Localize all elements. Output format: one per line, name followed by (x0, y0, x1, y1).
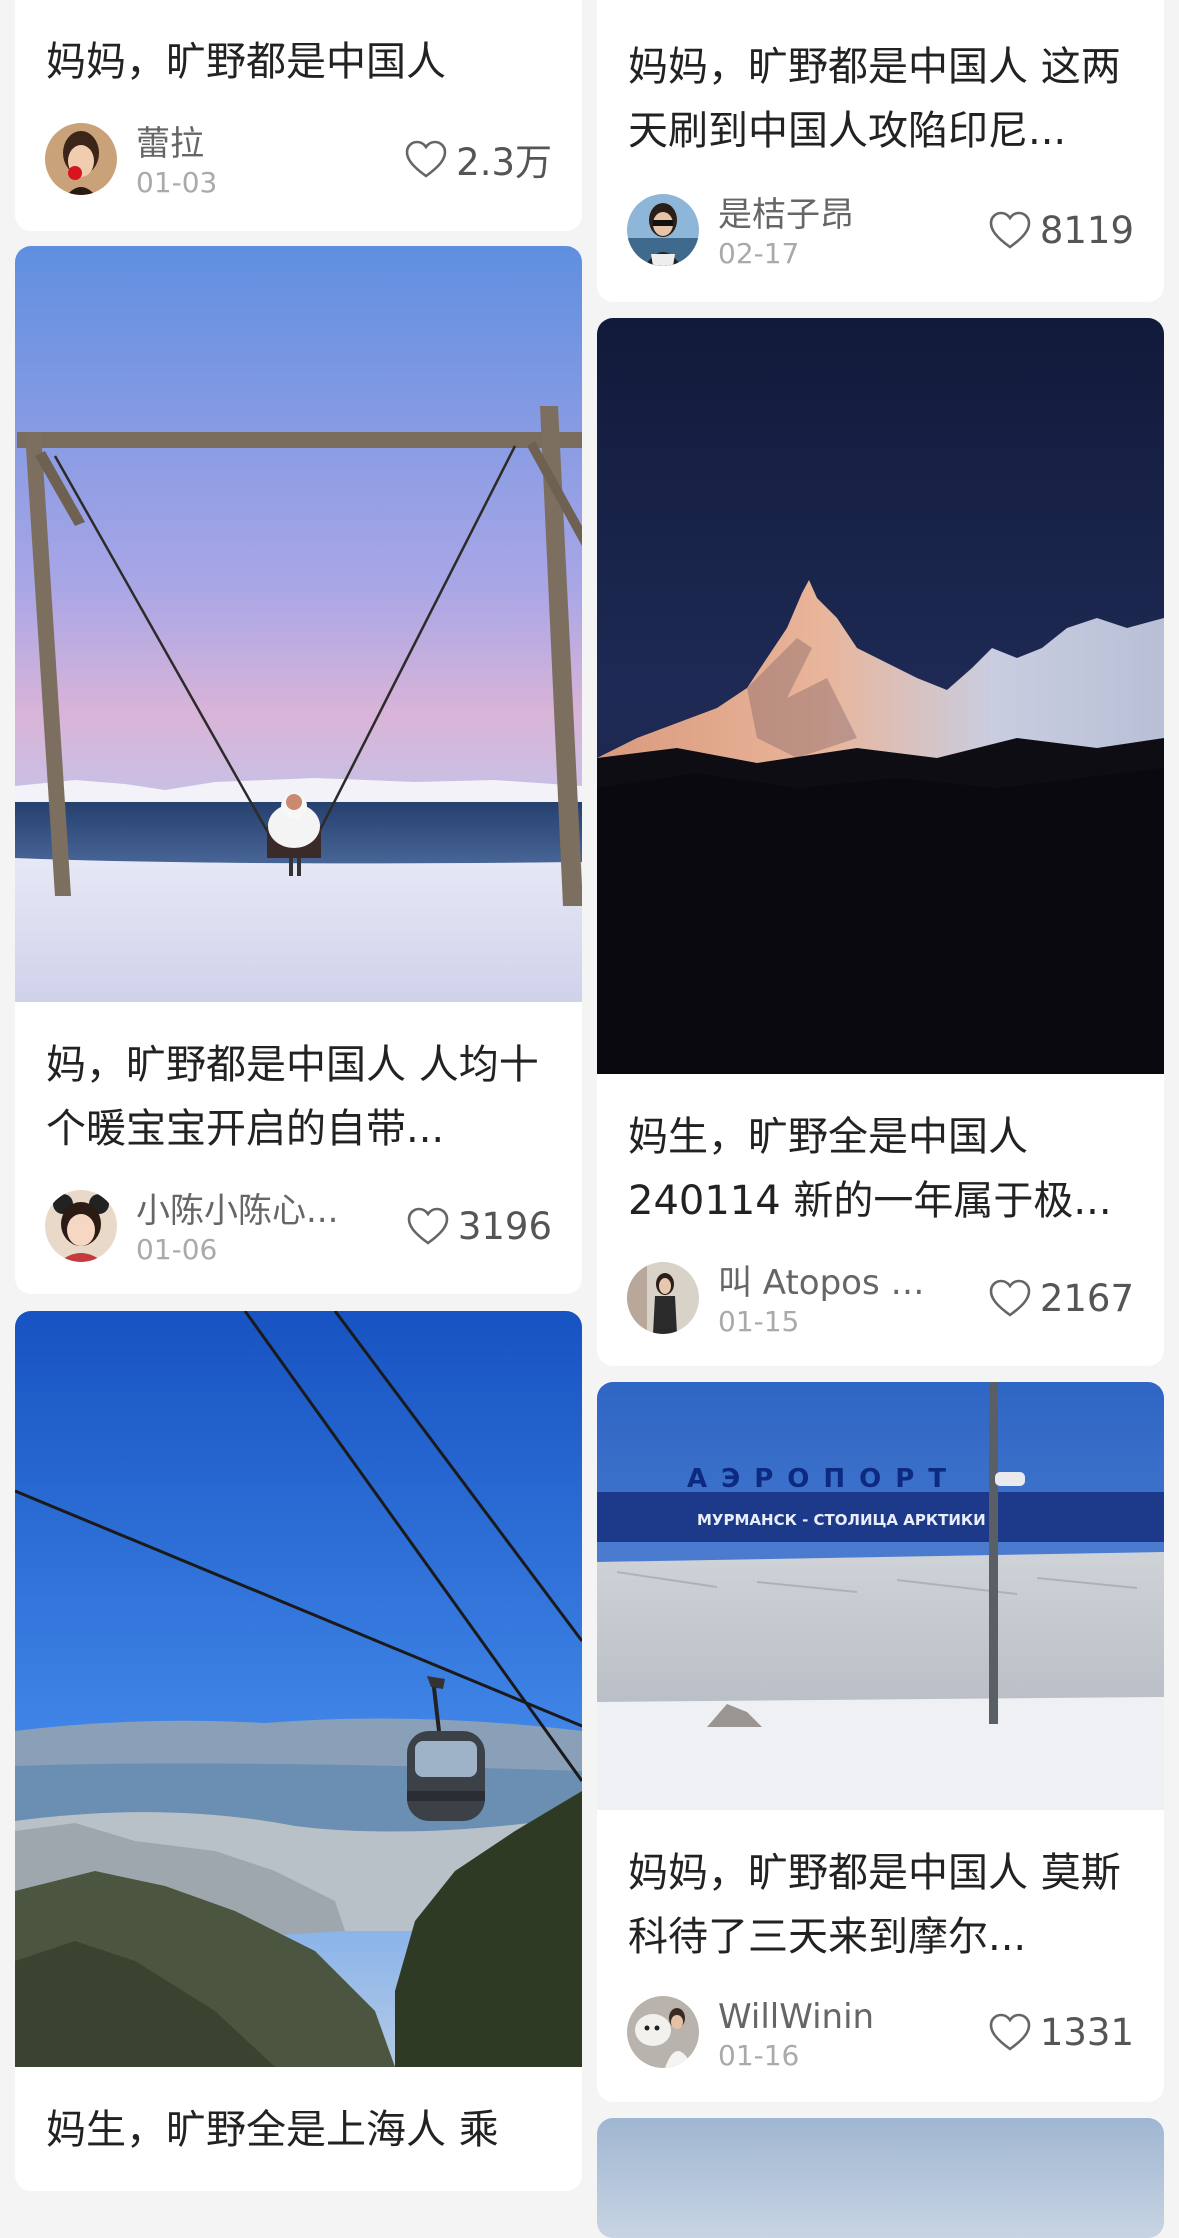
author-name[interactable]: 小陈小陈心... (136, 1190, 371, 1232)
note-title: 妈妈，旷野都是中国人 莫斯科待了三天来到摩尔... (628, 1850, 1121, 1960)
like-count: 8119 (1039, 208, 1134, 252)
note-cover-image[interactable] (597, 318, 1164, 1074)
note-cover-image[interactable] (15, 246, 582, 1002)
note-meta: 是桔子昂 02-17 8119 (627, 194, 1134, 270)
author-name[interactable]: 蕾拉 (136, 123, 371, 165)
author-avatar[interactable] (45, 123, 117, 195)
note-title: 妈妈，旷野都是中国人 (46, 39, 446, 85)
author-name[interactable]: WillWinin (718, 1996, 953, 2038)
note-title: 妈生，旷野全是中国人 240114 新的一年属于极... (628, 1114, 1112, 1224)
author-name[interactable]: 是桔子昂 (718, 194, 953, 236)
note-cover-image[interactable] (597, 2118, 1164, 2238)
post-date: 02-17 (718, 237, 800, 270)
author-avatar[interactable] (627, 194, 699, 266)
like-button[interactable]: 3196 (406, 1204, 552, 1248)
author-avatar[interactable] (627, 1996, 699, 2068)
like-count: 2.3万 (456, 141, 552, 184)
post-date: 01-03 (136, 166, 218, 199)
note-meta: WillWinin 01-16 1331 (627, 1996, 1134, 2072)
like-count: 2167 (1039, 1276, 1134, 1320)
author-name[interactable]: 叫 Atopos 乖乖 (718, 1262, 953, 1304)
note-cover-image[interactable]: АЭРОПОРТ МУРМАНСК - СТОЛИЦА АРКТИКИ (597, 1382, 1164, 1810)
note-title: 妈生，旷野全是上海人 乘 (46, 2107, 499, 2153)
like-count: 3196 (457, 1204, 552, 1248)
heart-icon (407, 1207, 449, 1245)
like-button[interactable]: 1331 (988, 2010, 1134, 2054)
author-avatar[interactable] (45, 1190, 117, 1262)
post-date: 01-16 (718, 2039, 800, 2072)
heart-icon (405, 140, 447, 178)
note-meta: 蕾拉 01-03 2.3万 (45, 123, 552, 199)
note-card[interactable]: 妈妈，旷野都是中国人 这两天刷到中国人攻陷印尼... 是桔子昂 02-17 81… (597, 0, 1164, 302)
note-card[interactable]: 妈妈，旷野都是中国人 蕾拉 01-03 2.3万 (15, 0, 582, 231)
like-count: 1331 (1039, 2010, 1134, 2054)
like-button[interactable]: 2167 (988, 1276, 1134, 1320)
note-title: 妈妈，旷野都是中国人 这两天刷到中国人攻陷印尼... (628, 44, 1121, 154)
author-avatar[interactable] (627, 1262, 699, 1334)
note-card[interactable]: 妈，旷野都是中国人 人均十个暖宝宝开启的自带... 小陈小陈心... 01-06… (15, 246, 582, 1294)
post-date: 01-15 (718, 1305, 800, 1338)
note-title: 妈，旷野都是中国人 人均十个暖宝宝开启的自带... (46, 1042, 539, 1152)
post-date: 01-06 (136, 1233, 218, 1266)
note-card[interactable]: 妈生，旷野全是中国人 240114 新的一年属于极... 叫 Atopos 乖乖… (597, 318, 1164, 1366)
heart-icon (989, 211, 1031, 249)
like-button[interactable]: 2.3万 (404, 137, 552, 184)
like-button[interactable]: 8119 (988, 208, 1134, 252)
note-card[interactable]: АЭРОПОРТ МУРМАНСК - СТОЛИЦА АРКТИКИ 妈妈，旷… (597, 1382, 1164, 2102)
note-card[interactable]: 妈生，旷野全是上海人 乘 (15, 1311, 582, 2191)
heart-icon (989, 1279, 1031, 1317)
airport-sign-title: АЭРОПОРТ (687, 1464, 960, 1494)
heart-icon (989, 2013, 1031, 2051)
note-meta: 小陈小陈心... 01-06 3196 (45, 1190, 552, 1266)
note-card[interactable] (597, 2118, 1164, 2238)
airport-sign-subtitle: МУРМАНСК - СТОЛИЦА АРКТИКИ (697, 1511, 986, 1529)
note-meta: 叫 Atopos 乖乖 01-15 2167 (627, 1262, 1134, 1338)
note-cover-image[interactable] (15, 1311, 582, 2067)
